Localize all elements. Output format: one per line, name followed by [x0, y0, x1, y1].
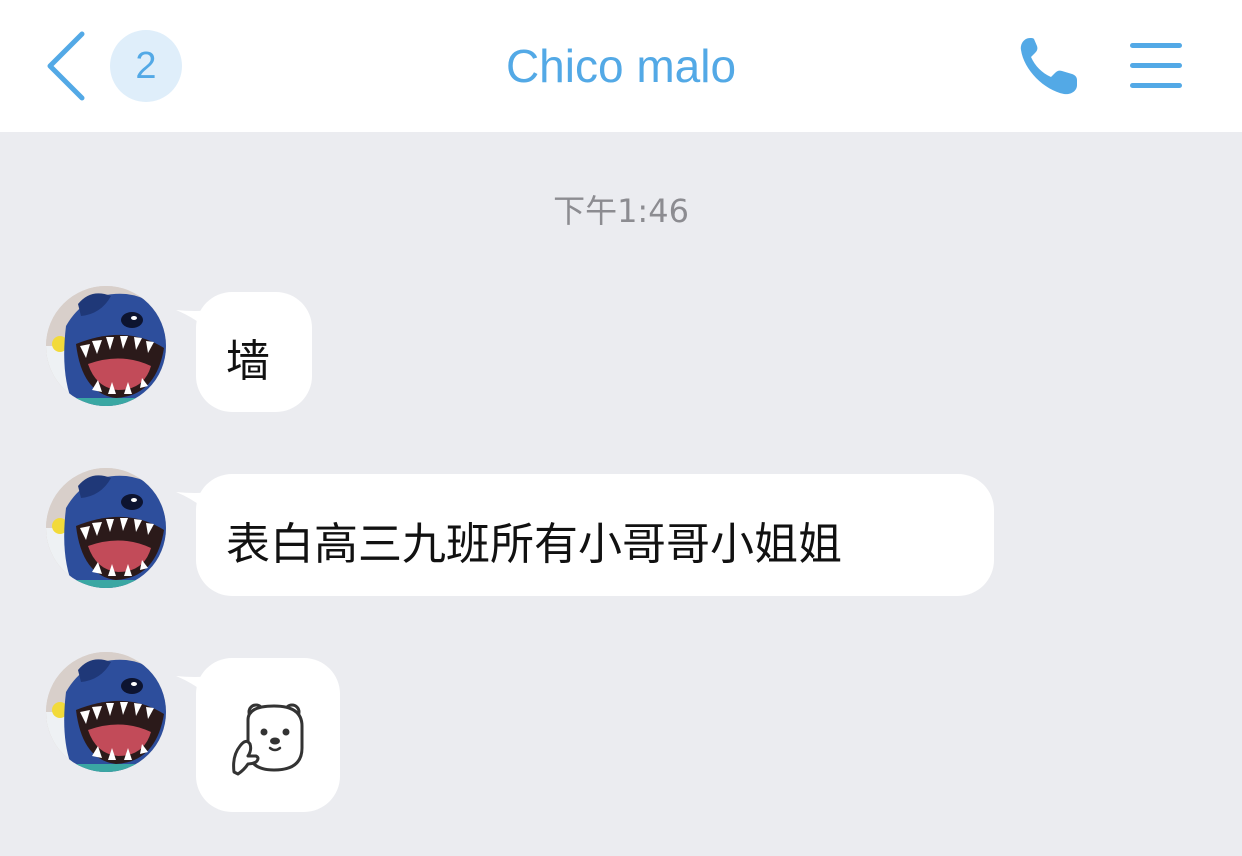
chat-header: 2 Chico malo [0, 0, 1242, 132]
chevron-left-icon [47, 31, 85, 101]
message-bubble[interactable] [196, 658, 340, 812]
avatar[interactable] [46, 286, 166, 406]
unread-count-badge[interactable]: 2 [110, 30, 182, 102]
chat-title: Chico malo [505, 40, 737, 92]
avatar[interactable] [46, 468, 166, 588]
message-timestamp: 下午1:46 [553, 192, 689, 230]
menu-button[interactable] [1126, 38, 1188, 94]
message-bubble[interactable]: 表白高三九班所有小哥哥小姐姐 [196, 474, 994, 596]
message-bubble[interactable]: 墙 [196, 292, 312, 412]
call-button[interactable] [1016, 34, 1084, 98]
back-button[interactable] [40, 28, 100, 104]
message-row: 墙 [0, 286, 1242, 416]
phone-icon [1020, 38, 1077, 95]
message-text: 表白高三九班所有小哥哥小姐姐 [226, 519, 842, 570]
message-row: 表白高三九班所有小哥哥小姐姐 [0, 468, 1242, 598]
message-row [0, 652, 1242, 812]
hamburger-menu-icon [1130, 43, 1182, 48]
thinking-bear-emoji [232, 703, 304, 776]
avatar[interactable] [46, 652, 166, 772]
message-text: 墙 [226, 336, 270, 387]
